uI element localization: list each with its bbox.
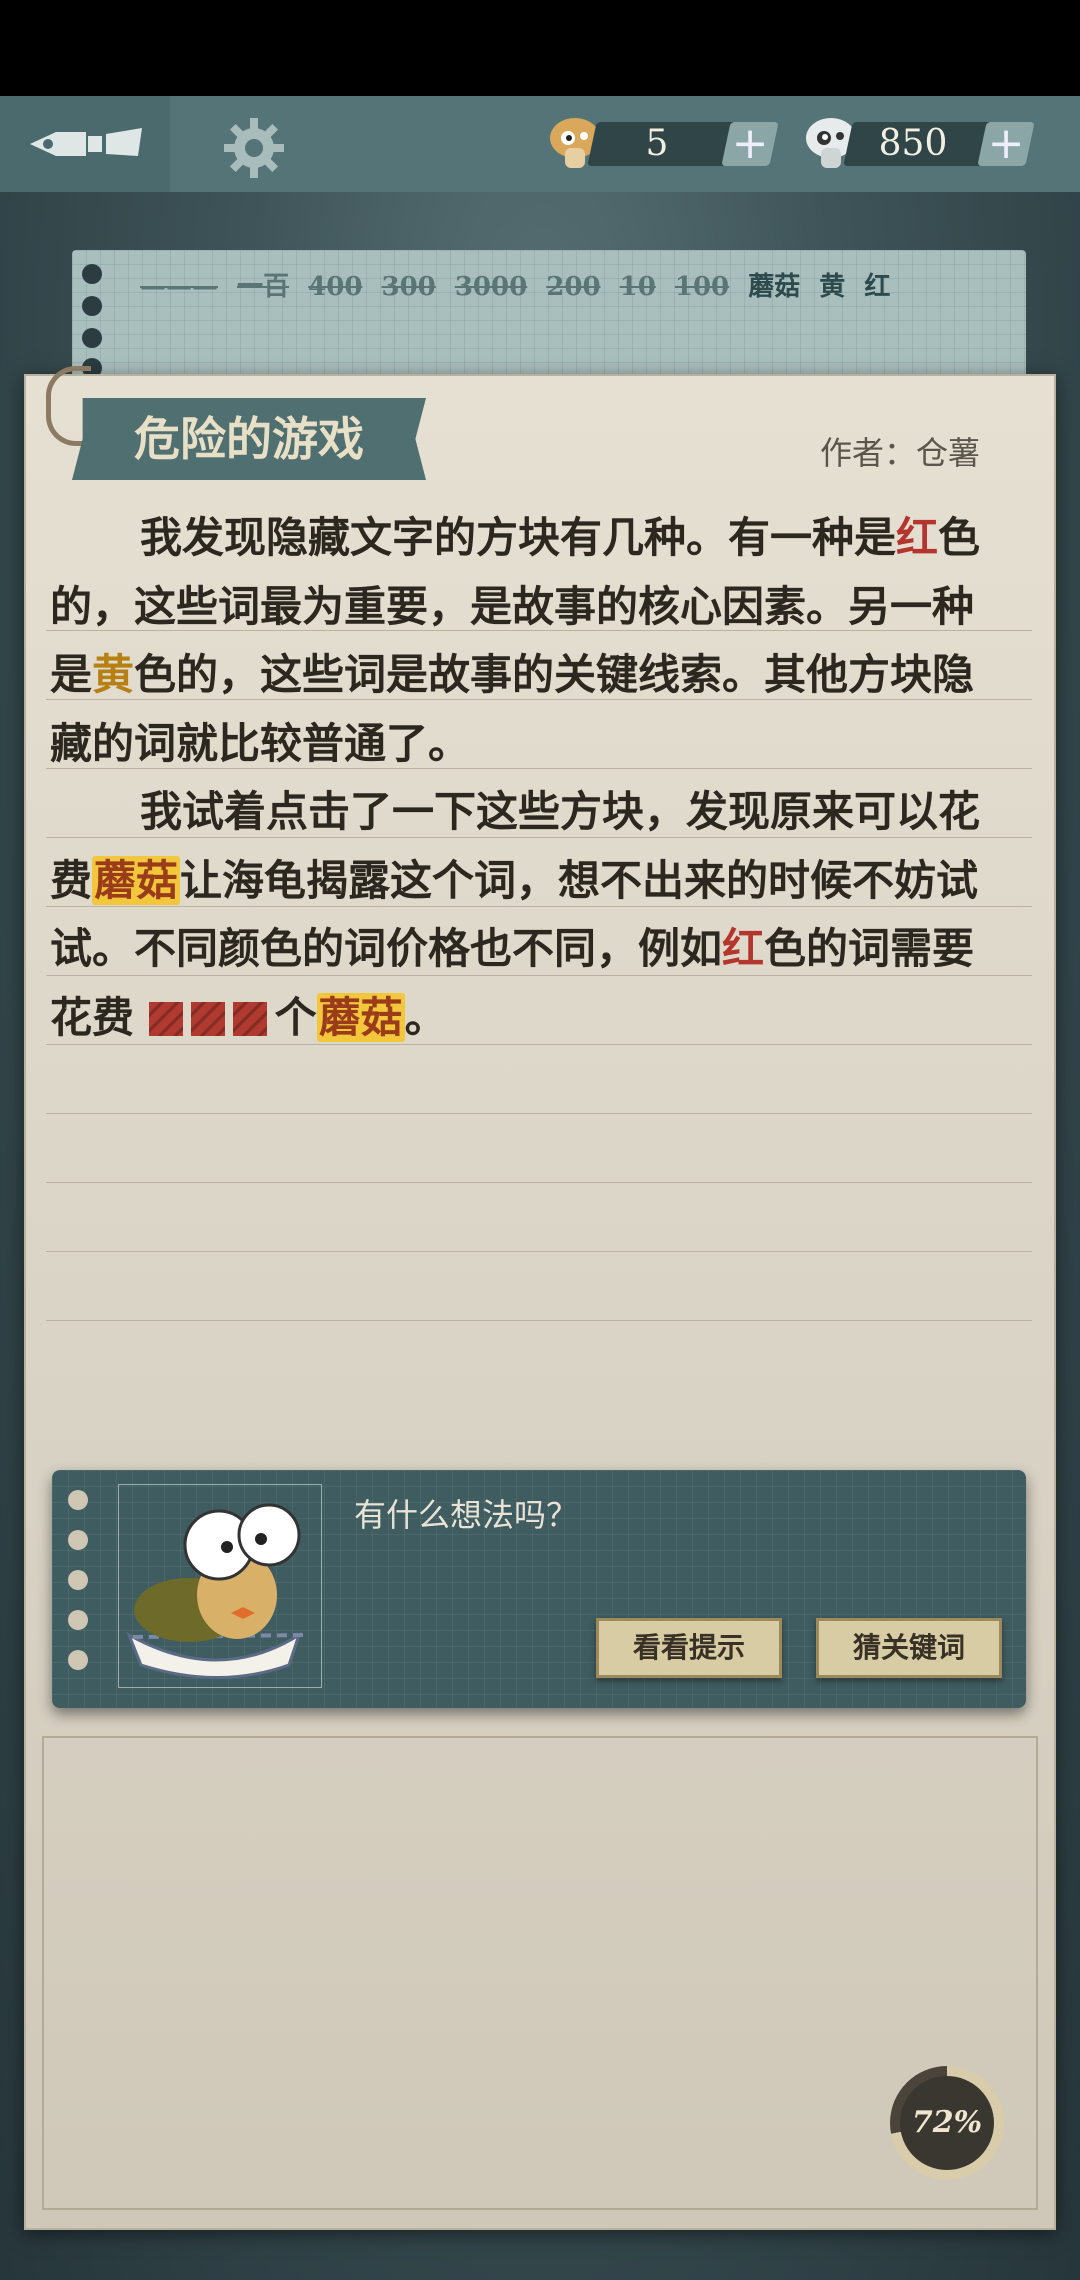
binder-ring bbox=[68, 1490, 88, 1510]
keyword-item[interactable]: 100 bbox=[675, 272, 729, 302]
binder-ring bbox=[68, 1570, 88, 1590]
title-ribbon: 危险的游戏 bbox=[72, 398, 426, 480]
turtle-icon bbox=[126, 1503, 306, 1679]
binder-ring bbox=[68, 1610, 88, 1630]
progress-label: 72% bbox=[911, 2105, 983, 2140]
keyword-item[interactable]: ——— bbox=[140, 272, 218, 302]
keyword-item[interactable]: 3000 bbox=[455, 272, 527, 302]
red-word: 红 bbox=[896, 513, 939, 562]
binder-ring bbox=[82, 328, 102, 348]
story-text: 我发现隐藏文字的方块有几种。有一种是红色的，这些词最为重要，是故事的核心因素。另… bbox=[50, 504, 1000, 1052]
guess-keyword-button[interactable]: 猜关键词 bbox=[816, 1618, 1002, 1678]
paragraph-2: 我试着点击了一下这些方块，发现原来可以花费蘑菇让海龟揭露这个词，想不出来的时候不… bbox=[50, 787, 981, 1042]
gold-mushroom-count: 5 bbox=[645, 123, 669, 164]
binder-ring bbox=[68, 1650, 88, 1670]
mushroom-highlight: 蘑菇 bbox=[316, 992, 405, 1042]
binder-ring bbox=[82, 264, 102, 284]
story-author: 作者：仓薯 bbox=[820, 434, 981, 472]
hidden-red-block[interactable] bbox=[232, 1001, 267, 1036]
white-mushroom-counter: 850 + bbox=[804, 118, 1035, 169]
keyword-item[interactable]: 黄 bbox=[819, 272, 845, 302]
keyword-item[interactable]: 300 bbox=[381, 272, 435, 302]
white-mushroom-count: 850 bbox=[878, 123, 948, 164]
binder-ring bbox=[68, 1530, 88, 1550]
add-gold-mushroom-button[interactable]: + bbox=[721, 118, 779, 169]
hidden-red-block[interactable] bbox=[148, 1001, 183, 1036]
status-bar bbox=[0, 0, 1080, 96]
binder-ring bbox=[82, 296, 102, 316]
hint-button[interactable]: 看看提示 bbox=[596, 1618, 782, 1678]
progress-indicator[interactable]: 72% bbox=[890, 2066, 1004, 2180]
keyword-item[interactable]: 10 bbox=[620, 272, 656, 302]
keyword-item[interactable]: 400 bbox=[308, 272, 362, 302]
keyword-item[interactable]: 一百 bbox=[237, 272, 289, 302]
hidden-red-block[interactable] bbox=[190, 1001, 225, 1036]
notes-area bbox=[42, 1736, 1038, 2210]
dialog-question: 有什么想法吗？ bbox=[354, 1496, 579, 1534]
keyword-item[interactable]: 红 bbox=[864, 272, 890, 302]
mushroom-highlight: 蘑菇 bbox=[92, 855, 181, 905]
story-title: 危险的游戏 bbox=[134, 412, 364, 466]
gear-icon[interactable] bbox=[222, 116, 286, 180]
turtle-portrait bbox=[118, 1484, 322, 1688]
keyword-item[interactable]: 蘑菇 bbox=[748, 272, 800, 302]
pen-button[interactable] bbox=[0, 96, 170, 192]
gold-mushroom-counter: 5 + bbox=[548, 118, 779, 169]
yellow-word: 黄 bbox=[92, 650, 135, 699]
paragraph-1: 我发现隐藏文字的方块有几种。有一种是红色的，这些词最为重要，是故事的核心因素。另… bbox=[50, 513, 981, 768]
keyword-item[interactable]: 200 bbox=[546, 272, 600, 302]
keyword-list: ——— 一百 400 300 3000 200 10 100 蘑菇 黄 红 bbox=[140, 266, 900, 303]
red-word: 红 bbox=[722, 924, 765, 973]
pen-icon bbox=[30, 128, 142, 156]
add-white-mushroom-button[interactable]: + bbox=[977, 118, 1035, 169]
